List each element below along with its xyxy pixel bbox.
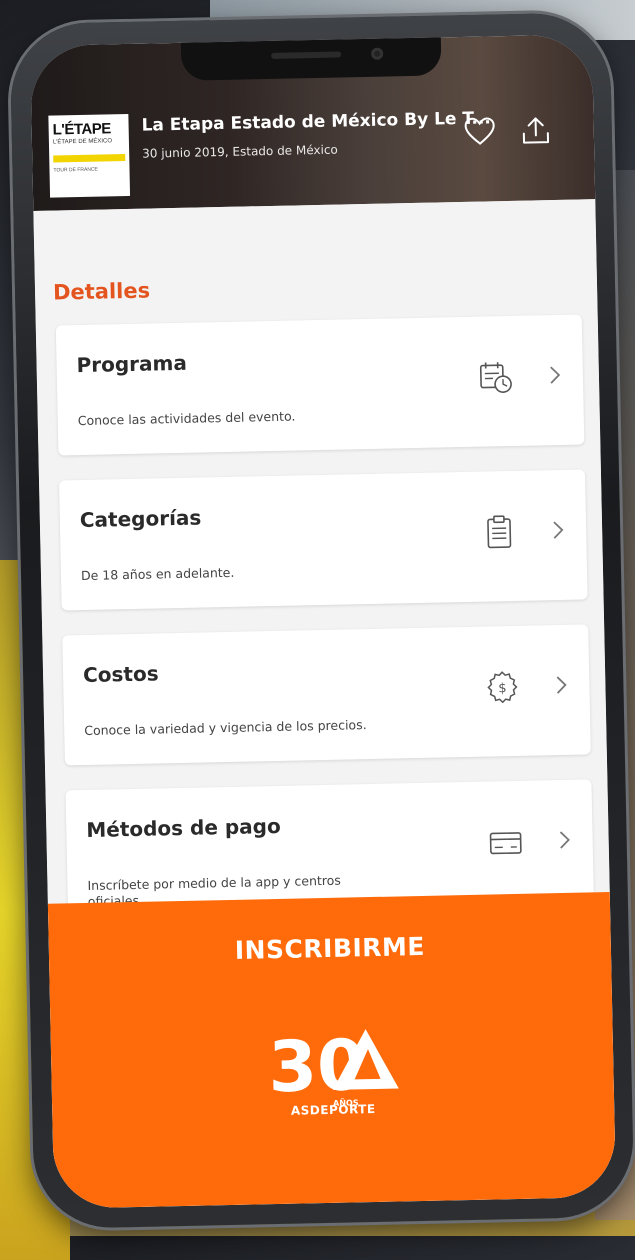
logo-bar <box>53 154 125 163</box>
card-description: Conoce la variedad y vigencia de los pre… <box>84 717 374 739</box>
calendar-clock-icon <box>479 360 514 395</box>
card-title: Programa <box>76 351 187 377</box>
card-title: Categorías <box>80 506 202 533</box>
card-categorias[interactable]: Categorías De 18 años en adelante. <box>59 469 588 610</box>
speaker-grill <box>271 51 341 58</box>
chevron-right-icon <box>552 520 564 540</box>
register-button[interactable]: INSCRIBIRME <box>49 928 611 969</box>
heart-icon[interactable] <box>463 116 496 147</box>
register-panel: INSCRIBIRME 30 AÑOS ASDEPORTE <box>48 892 616 1209</box>
front-camera <box>371 48 383 60</box>
event-date-location: 30 junio 2019, Estado de México <box>142 143 338 161</box>
chevron-right-icon <box>555 675 567 695</box>
logo-title: L'ÉTAPE <box>48 114 128 139</box>
card-title: Costos <box>83 661 159 687</box>
card-title: Métodos de pago <box>86 814 281 842</box>
card-description: De 18 años en adelante. <box>81 562 371 584</box>
section-title: Detalles <box>53 279 151 305</box>
svg-text:$: $ <box>498 681 507 696</box>
card-costos[interactable]: Costos Conoce la variedad y vigencia de … <box>62 624 591 765</box>
clipboard-icon <box>482 515 517 550</box>
share-icon[interactable] <box>519 115 552 146</box>
chevron-right-icon <box>549 365 561 385</box>
phone-frame: L'ÉTAPE L'ÉTAPE DE MÉXICO TOUR DE FRANCE… <box>9 12 634 1229</box>
event-logo: L'ÉTAPE L'ÉTAPE DE MÉXICO TOUR DE FRANCE <box>48 114 130 198</box>
dollar-coin-icon: $ <box>485 670 520 705</box>
card-description: Conoce las actividades del evento. <box>78 407 368 429</box>
chevron-right-icon <box>558 830 570 850</box>
app-screen: L'ÉTAPE L'ÉTAPE DE MÉXICO TOUR DE FRANCE… <box>30 34 616 1209</box>
logo-tag: TOUR DE FRANCE <box>53 167 97 174</box>
phone-notch <box>181 35 442 80</box>
credit-card-icon <box>488 825 523 860</box>
card-programa[interactable]: Programa Conoce las actividades del even… <box>56 314 585 455</box>
